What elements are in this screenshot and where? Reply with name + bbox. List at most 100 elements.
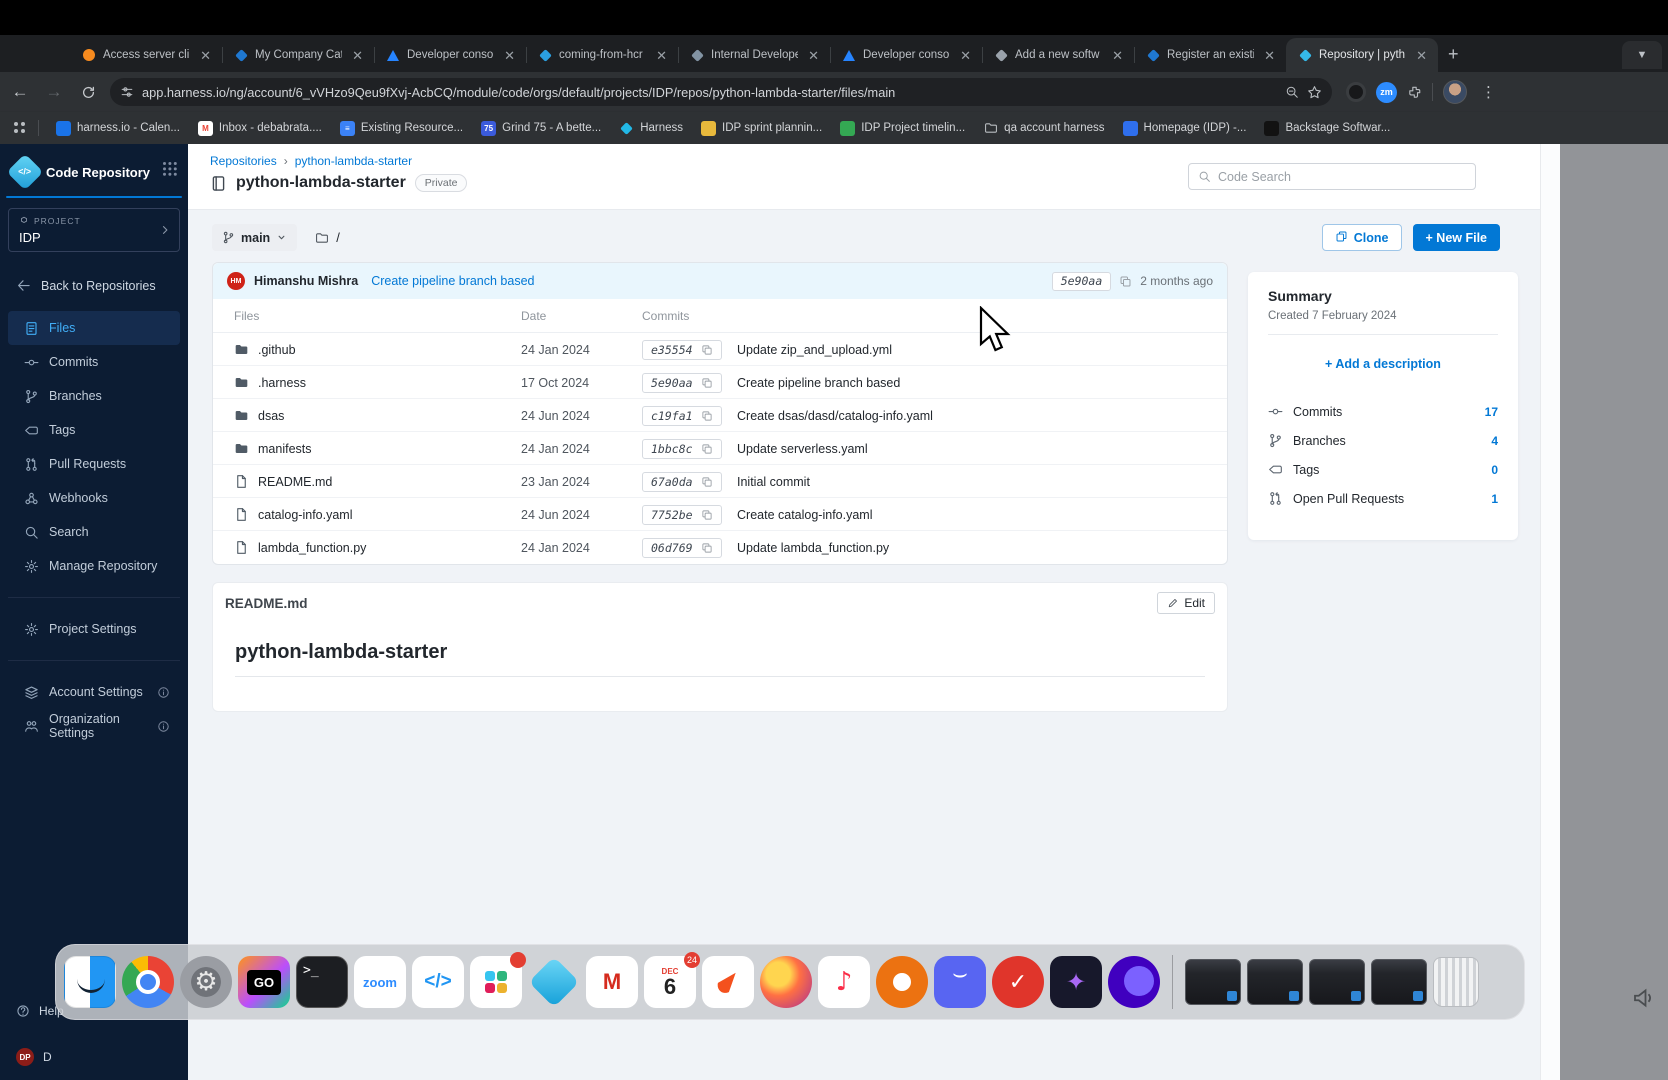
file-name[interactable]: lambda_function.py <box>258 541 366 555</box>
table-row[interactable]: dsas 24 Jun 2024 c19fa1 Create dsas/dasd… <box>213 399 1227 432</box>
tab[interactable]: coming-from-hcr ✕ <box>526 38 678 72</box>
commit-sha-badge[interactable]: 1bbc8c <box>642 439 722 459</box>
sidebar-item-organization-settings[interactable]: Organization Settings <box>8 709 180 743</box>
commit-message[interactable]: Update lambda_function.py <box>737 531 889 564</box>
profile-avatar[interactable] <box>1443 80 1467 104</box>
commit-message[interactable]: Initial commit <box>737 465 810 498</box>
apps-grid-icon[interactable] <box>12 121 28 135</box>
add-description-link[interactable]: + Add a description <box>1268 357 1498 371</box>
tab-close-icon[interactable]: ✕ <box>197 48 214 63</box>
tab[interactable]: Developer conso ✕ <box>830 38 982 72</box>
summary-stat-commits[interactable]: Commits 17 <box>1268 397 1498 426</box>
system-settings-icon[interactable]: ⚙ <box>180 956 232 1008</box>
file-name[interactable]: .harness <box>258 376 306 390</box>
chrome-icon[interactable] <box>122 956 174 1008</box>
tab[interactable]: Add a new softw ✕ <box>982 38 1134 72</box>
openvpn-icon[interactable] <box>876 956 928 1008</box>
tab[interactable]: My Company Cat ✕ <box>222 38 374 72</box>
sidebar-item-tags[interactable]: Tags <box>8 413 180 447</box>
reload-button[interactable] <box>74 78 102 106</box>
table-row[interactable]: lambda_function.py 24 Jan 2024 06d769 Up… <box>213 531 1227 564</box>
clone-button[interactable]: Clone <box>1322 224 1402 251</box>
trash-icon[interactable] <box>1433 957 1479 1007</box>
file-name[interactable]: catalog-info.yaml <box>258 508 353 522</box>
copy-icon[interactable] <box>701 377 713 389</box>
tab-close-icon[interactable]: ✕ <box>501 48 518 63</box>
sidebar-item-search[interactable]: Search <box>8 515 180 549</box>
file-name[interactable]: dsas <box>258 409 284 423</box>
forward-button[interactable]: → <box>40 78 68 106</box>
sidebar-item-commits[interactable]: Commits <box>8 345 180 379</box>
check-app-icon[interactable]: ✓ <box>992 956 1044 1008</box>
commit-sha-badge[interactable]: 5e90aa <box>642 373 722 393</box>
commit-sha-badge[interactable]: 67a0da <box>642 472 722 492</box>
window-thumbnail-icon[interactable] <box>1247 959 1303 1005</box>
info-icon[interactable] <box>157 686 170 699</box>
insomnia-icon[interactable] <box>1108 956 1160 1008</box>
commit-sha-badge[interactable]: 7752be <box>642 505 722 525</box>
commit-message[interactable]: Create pipeline branch based <box>737 366 900 399</box>
summary-stat-branches[interactable]: Branches 4 <box>1268 426 1498 455</box>
code-search-input[interactable] <box>1218 170 1466 184</box>
scrollbar-gutter[interactable] <box>1540 144 1560 1080</box>
extension-icon[interactable] <box>1346 82 1366 102</box>
tab[interactable]: Register an existi ✕ <box>1134 38 1286 72</box>
bookmark-star-icon[interactable] <box>1307 85 1322 100</box>
tab[interactable]: Developer conso ✕ <box>374 38 526 72</box>
commit-message[interactable]: Create dsas/dasd/catalog-info.yaml <box>737 399 933 432</box>
bookmark-item[interactable]: ≡Existing Resource... <box>331 121 472 136</box>
commit-sha-badge[interactable]: 06d769 <box>642 538 722 558</box>
back-to-repositories[interactable]: Back to Repositories <box>16 278 180 293</box>
bookmark-item[interactable]: Homepage (IDP) -... <box>1114 121 1256 136</box>
file-name[interactable]: manifests <box>258 442 312 456</box>
bookmark-item[interactable]: Harness <box>610 121 692 136</box>
new-tab-button[interactable]: + <box>1448 44 1459 65</box>
sidebar-item-manage-repository[interactable]: Manage Repository <box>8 549 180 583</box>
breadcrumb-repositories[interactable]: Repositories <box>210 154 277 168</box>
file-name[interactable]: .github <box>258 343 296 357</box>
bookmark-item[interactable]: 75Grind 75 - A bette... <box>472 121 610 136</box>
zoom-out-icon[interactable] <box>1285 85 1299 99</box>
tab-close-icon[interactable]: ✕ <box>805 48 822 63</box>
star-app-icon[interactable]: ✦ <box>1050 956 1102 1008</box>
diamond-app-icon[interactable] <box>528 956 580 1008</box>
project-selector[interactable]: PROJECT IDP <box>8 208 180 252</box>
copy-icon[interactable] <box>701 509 713 521</box>
goland-icon[interactable]: GO <box>238 956 290 1008</box>
bookmark-item[interactable]: IDP Project timelin... <box>831 121 974 136</box>
table-row[interactable]: README.md 23 Jan 2024 67a0da Initial com… <box>213 465 1227 498</box>
sidebar-item-webhooks[interactable]: Webhooks <box>8 481 180 515</box>
copy-icon[interactable] <box>701 542 713 554</box>
table-row[interactable]: .github 24 Jan 2024 e35554 Update zip_an… <box>213 333 1227 366</box>
window-thumbnail-icon[interactable] <box>1309 959 1365 1005</box>
sidebar-item-project-settings[interactable]: Project Settings <box>8 612 180 646</box>
tab-close-icon[interactable]: ✕ <box>1261 48 1278 63</box>
slack-icon[interactable] <box>470 956 522 1008</box>
info-icon[interactable] <box>157 720 170 733</box>
branch-selector[interactable]: main <box>212 224 297 251</box>
sidebar-item-pull-requests[interactable]: Pull Requests <box>8 447 180 481</box>
commit-sha-badge[interactable]: 5e90aa <box>1052 272 1112 291</box>
tab-close-icon[interactable]: ✕ <box>1109 48 1126 63</box>
tab-close-icon[interactable]: ✕ <box>1413 48 1430 63</box>
bookmark-item[interactable]: MInbox - debabrata.... <box>189 121 331 136</box>
speaker-icon[interactable] <box>1632 986 1656 1010</box>
site-settings-icon[interactable] <box>120 85 134 99</box>
bookmark-item[interactable]: harness.io - Calen... <box>47 121 189 136</box>
code-search-box[interactable] <box>1188 163 1476 190</box>
terminal-icon[interactable]: >_ <box>296 956 348 1008</box>
bookmark-item[interactable]: IDP sprint plannin... <box>692 121 831 136</box>
window-thumbnail-icon[interactable] <box>1371 959 1427 1005</box>
commit-message[interactable]: Create catalog-info.yaml <box>737 498 872 531</box>
copy-icon[interactable] <box>701 476 713 488</box>
discord-icon[interactable] <box>934 956 986 1008</box>
tab-close-icon[interactable]: ✕ <box>957 48 974 63</box>
finder-icon[interactable] <box>64 956 116 1008</box>
zoom-icon[interactable]: zoom <box>354 956 406 1008</box>
new-file-button[interactable]: + New File <box>1413 224 1500 251</box>
tab-overflow-button[interactable]: ▼ <box>1622 41 1662 69</box>
m-app-icon[interactable]: M <box>586 956 638 1008</box>
back-button[interactable]: ← <box>6 78 34 106</box>
commit-message[interactable]: Update zip_and_upload.yml <box>737 333 892 366</box>
copy-icon[interactable] <box>701 410 713 422</box>
